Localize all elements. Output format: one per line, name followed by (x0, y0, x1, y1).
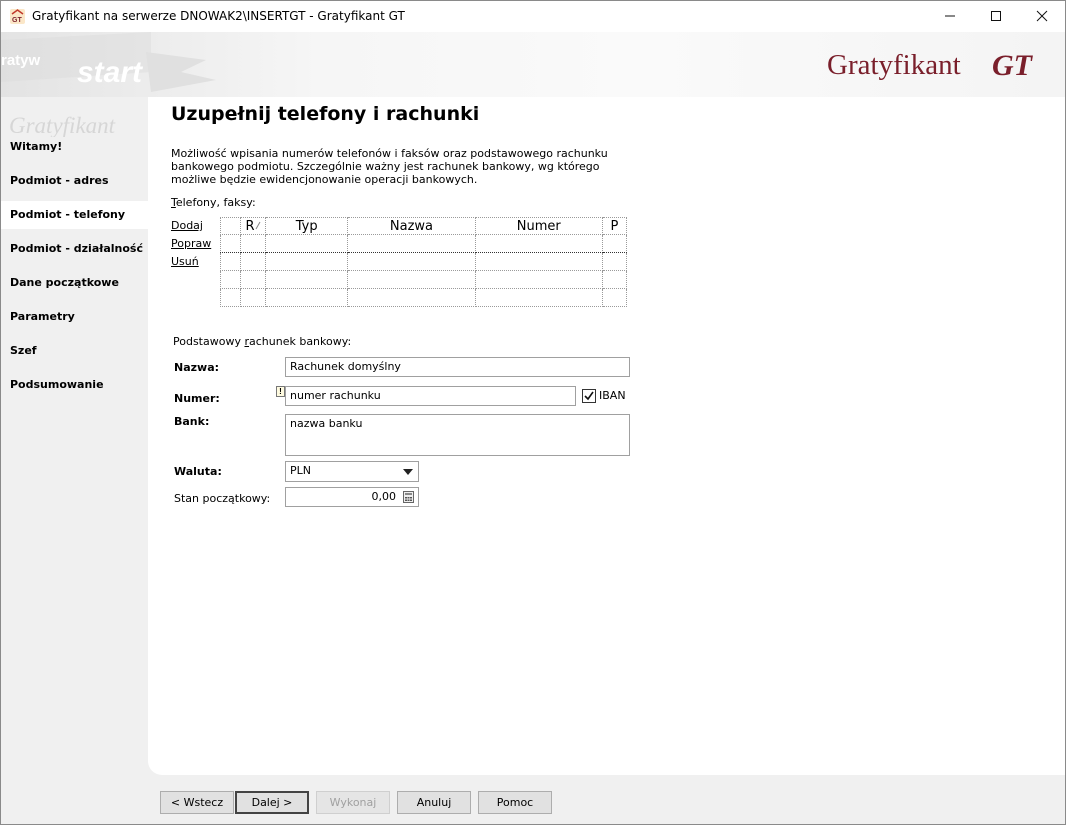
close-button[interactable] (1019, 1, 1065, 32)
column-header-typ[interactable]: Typ (265, 217, 349, 235)
brand-suffix: GT (992, 49, 1034, 82)
help-button[interactable]: Pomoc (478, 791, 552, 814)
phones-table-header: R Typ Nazwa Numer P (219, 217, 628, 235)
checkmark-icon (584, 391, 594, 401)
wizard-header: ratyw start Gratyfikant GT (1, 32, 1065, 97)
cancel-button[interactable]: Anuluj (397, 791, 471, 814)
bank-section-label: Podstawowy rachunek bankowy: (173, 335, 351, 348)
balance-field[interactable]: 0,00 (285, 487, 419, 507)
warning-icon: ! (276, 386, 285, 397)
sidebar-item-parametry[interactable]: Parametry (1, 303, 148, 331)
next-button[interactable]: Dalej > (235, 791, 309, 814)
iban-label[interactable]: IBAN (599, 389, 626, 402)
table-row[interactable] (219, 288, 628, 307)
edit-phone-link[interactable]: Popraw (171, 237, 211, 250)
table-row[interactable] (219, 270, 628, 289)
delete-phone-link[interactable]: Usuń (171, 255, 199, 268)
add-phone-link[interactable]: Dodaj (171, 219, 203, 232)
balance-value: 0,00 (371, 490, 397, 503)
phones-label-rest: elefony, faksy: (175, 196, 256, 209)
sidebar-item-witamy[interactable]: Witamy! (1, 133, 148, 161)
currency-value: PLN (290, 464, 311, 477)
header-decoration: ratyw start (1, 32, 216, 92)
bank-field[interactable]: nazwa banku (285, 414, 630, 456)
header-deco-start: start (77, 56, 144, 89)
column-header-r-label: R (245, 218, 255, 234)
close-icon (1036, 10, 1048, 22)
header-deco-prefix: ratyw (1, 52, 41, 69)
balance-label: Stan początkowy: (174, 492, 271, 505)
svg-text:GT: GT (12, 17, 22, 24)
bank-label: Bank: (174, 415, 210, 428)
app-window: GT Gratyfikant na serwerze DNOWAK2\INSER… (0, 0, 1066, 825)
sidebar-item-dane-poczatkowe[interactable]: Dane początkowe (1, 269, 148, 297)
maximize-icon (991, 11, 1001, 21)
sidebar-item-podmiot-dzialalnosc[interactable]: Podmiot - działalność (1, 235, 148, 263)
sidebar-item-podmiot-adres[interactable]: Podmiot - adres (1, 167, 148, 195)
gt-app-icon: GT (10, 9, 25, 24)
currency-select[interactable]: PLN (285, 461, 419, 482)
bank-section-label-b: achunek bankowy: (249, 335, 352, 348)
iban-checkbox[interactable] (582, 389, 596, 403)
chevron-down-icon (403, 469, 413, 475)
wizard-steps-sidebar: Gratyfikant Witamy! Podmiot - adres Podm… (1, 97, 148, 787)
column-header-r[interactable]: R (240, 217, 267, 235)
calculator-icon[interactable] (403, 491, 414, 503)
bank-name-label: Nazwa: (174, 361, 220, 374)
brand-text: Gratyfikant (827, 49, 961, 81)
column-header-numer[interactable]: Numer (474, 217, 603, 235)
brand-logo: Gratyfikant GT (827, 49, 1034, 82)
maximize-button[interactable] (973, 1, 1019, 32)
sidebar-decoration: Gratyfikant (9, 113, 116, 137)
page-description: Możliwość wpisania numerów telefonów i f… (171, 147, 608, 186)
column-header-p[interactable]: P (601, 217, 628, 235)
back-button[interactable]: < Wstecz (160, 791, 234, 814)
column-header-nazwa[interactable]: Nazwa (347, 217, 476, 235)
sidebar-item-podmiot-telefony[interactable]: Podmiot - telefony (1, 201, 148, 229)
execute-button[interactable]: Wykonaj (316, 791, 390, 814)
bank-name-field[interactable]: Rachunek domyślny (285, 357, 630, 377)
sort-icon (255, 221, 261, 229)
sidebar-item-szef[interactable]: Szef (1, 337, 148, 365)
currency-label: Waluta: (174, 465, 222, 478)
minimize-icon (945, 15, 955, 17)
window-title: Gratyfikant na serwerze DNOWAK2\INSERTGT… (32, 9, 405, 23)
phones-label: Telefony, faksy: (171, 196, 256, 209)
sidebar-item-podsumowanie[interactable]: Podsumowanie (1, 371, 148, 399)
page-title: Uzupełnij telefony i rachunki (171, 103, 480, 125)
column-header-selector (219, 217, 242, 235)
bank-section-label-a: Podstawowy (173, 335, 245, 348)
phones-table[interactable]: R Typ Nazwa Numer P (219, 217, 628, 307)
table-row[interactable] (219, 252, 628, 271)
bank-number-field[interactable]: numer rachunku (285, 386, 576, 406)
bank-number-label: Numer: (174, 392, 220, 405)
table-row[interactable] (219, 234, 628, 253)
wizard-content: Uzupełnij telefony i rachunki Możliwość … (148, 97, 1065, 775)
minimize-button[interactable] (927, 1, 973, 32)
title-bar[interactable]: GT Gratyfikant na serwerze DNOWAK2\INSER… (1, 1, 1065, 32)
